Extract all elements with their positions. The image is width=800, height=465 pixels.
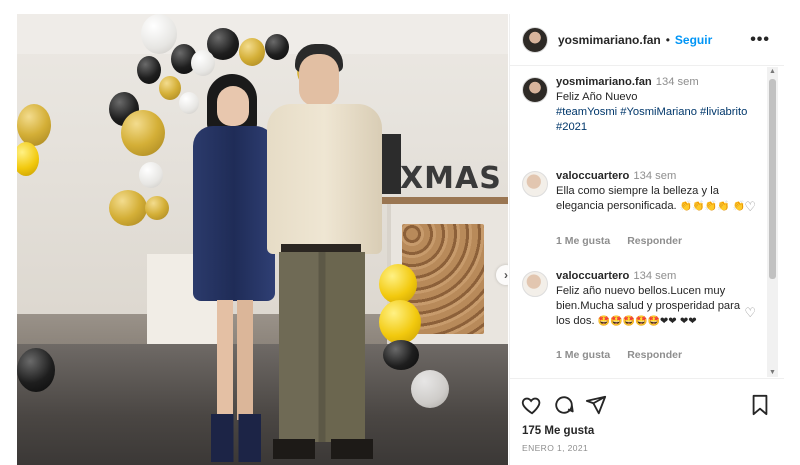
woman-dress <box>193 126 275 301</box>
comment-meta: 1 Me gusta Responder <box>556 349 696 361</box>
balloon <box>17 348 55 392</box>
mantel-shelf <box>367 197 508 204</box>
woman-legs <box>217 300 253 420</box>
comments-list: yosmimariano.fan 134 sem Feliz Año Nuevo … <box>510 67 772 377</box>
heart-icon[interactable] <box>520 393 544 417</box>
balloon <box>145 196 169 220</box>
comment-likes[interactable]: 1 Me gusta <box>556 349 610 361</box>
comment-time: 134 sem <box>655 76 699 88</box>
balloon <box>379 264 417 304</box>
balloon <box>159 76 181 100</box>
xmas-letters: XMAS <box>400 161 502 196</box>
account-name[interactable]: yosmimariano.fan <box>558 33 661 47</box>
post-date: ENERO 1, 2021 <box>522 443 589 453</box>
comment-emojis: 👏👏👏👏 👏 <box>679 201 746 212</box>
balloon <box>383 340 419 370</box>
comment-user[interactable]: valoccuartero <box>556 270 629 282</box>
comment-emojis: 🤩🤩🤩🤩🤩❤❤ ❤❤ <box>597 316 697 327</box>
comments-scrollbar[interactable]: ▲ ▼ <box>767 67 778 377</box>
man-figure <box>267 44 382 465</box>
heart-icon[interactable]: ♡ <box>744 305 756 321</box>
comment-time: 134 sem <box>633 170 677 182</box>
man-pants <box>279 252 365 442</box>
man-shoes <box>273 439 373 459</box>
bookmark-icon[interactable] <box>748 393 772 417</box>
balloon <box>191 50 215 76</box>
heart-icon[interactable]: ♡ <box>744 199 756 215</box>
caption-hashtags[interactable]: #teamYosmi #YosmiMariano #liviabrito #20… <box>556 106 747 133</box>
man-shirt <box>267 104 382 254</box>
comment-user[interactable]: yosmimariano.fan <box>556 76 652 88</box>
more-options-icon[interactable]: ••• <box>750 31 770 49</box>
post-photo[interactable]: XMAS › <box>17 14 508 465</box>
scrollbar-thumb[interactable] <box>769 79 776 279</box>
woman-boots <box>211 414 261 462</box>
avatar[interactable] <box>522 26 548 53</box>
balloon <box>379 300 421 344</box>
balloon <box>121 110 165 156</box>
reply-button[interactable]: Responder <box>627 349 682 361</box>
follow-button[interactable]: Seguir <box>675 33 712 47</box>
reply-button[interactable]: Responder <box>627 235 682 247</box>
scroll-down-icon[interactable]: ▼ <box>769 369 776 376</box>
balloon <box>411 370 449 408</box>
woman-face <box>217 86 249 126</box>
comment-meta: 1 Me gusta Responder <box>556 235 696 247</box>
post-side-panel: yosmimariano.fan • Seguir ••• yosmimaria… <box>509 14 784 465</box>
share-icon[interactable] <box>584 393 608 417</box>
avatar[interactable] <box>522 77 548 103</box>
post-header: yosmimariano.fan • Seguir ••• <box>510 14 784 66</box>
balloon <box>17 104 51 146</box>
comment-body: valoccuartero 134 sem Ella como siempre l… <box>556 169 751 214</box>
avatar[interactable] <box>522 171 548 197</box>
comment-icon[interactable] <box>552 393 576 417</box>
balloon <box>139 162 163 188</box>
post-actions: 175 Me gusta ENERO 1, 2021 <box>510 378 784 465</box>
comment-body: valoccuartero 134 sem Feliz año nuevo bel… <box>556 269 751 329</box>
balloon <box>137 56 161 84</box>
comment-time: 134 sem <box>633 270 677 282</box>
balloon <box>239 38 265 66</box>
comment-user[interactable]: valoccuartero <box>556 170 629 182</box>
balloon <box>109 190 147 226</box>
likes-count[interactable]: 175 Me gusta <box>522 425 594 437</box>
caption-body: yosmimariano.fan 134 sem Feliz Año Nuevo … <box>556 75 751 135</box>
scroll-up-icon[interactable]: ▲ <box>769 68 776 75</box>
comment-likes[interactable]: 1 Me gusta <box>556 235 610 247</box>
chevron-right-icon: › <box>504 268 508 282</box>
separator-dot: • <box>665 32 670 47</box>
woman-figure <box>185 74 280 465</box>
avatar[interactable] <box>522 271 548 297</box>
balloon <box>141 14 177 54</box>
caption-text: Feliz Año Nuevo <box>556 91 638 103</box>
man-face <box>299 54 339 106</box>
